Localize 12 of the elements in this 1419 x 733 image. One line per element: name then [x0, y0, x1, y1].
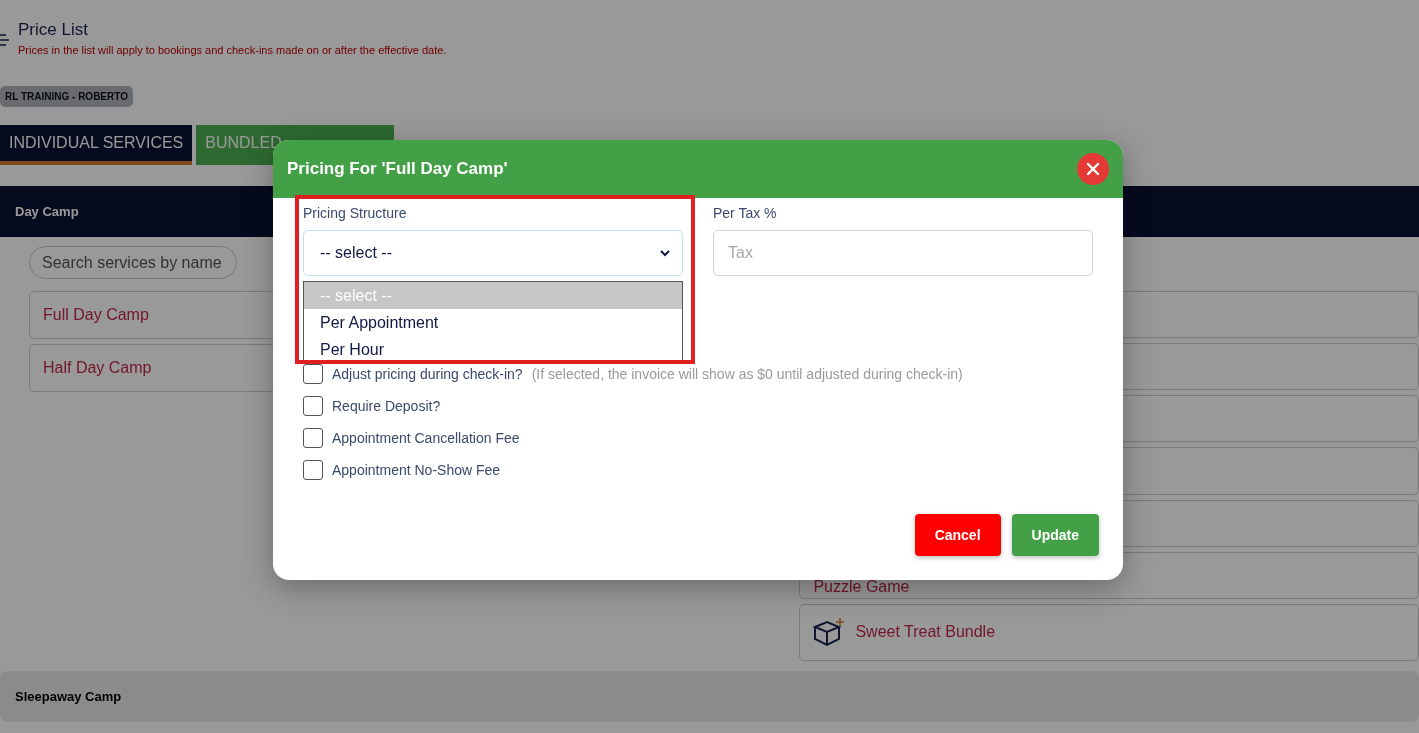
checkbox-note: (If selected, the invoice will show as $0 until adjusted during check-in): [531, 366, 963, 382]
checkbox-label: Appointment Cancellation Fee: [332, 430, 520, 446]
bundle-name: Sweet Treat Bundle: [855, 623, 996, 642]
checkbox-label: Appointment No-Show Fee: [332, 462, 501, 478]
field-label: Per Tax %: [713, 205, 778, 221]
field-label: Pricing Structure: [303, 205, 408, 221]
page-subtitle: Prices in the list will apply to bookings and check-ins made on or after the effective date.: [18, 44, 447, 56]
checkbox-label: Adjust pricing during check-in?: [332, 366, 523, 382]
page-title: Price List: [18, 20, 89, 40]
dialog-title: Pricing For 'Full Day Camp': [287, 159, 508, 179]
account-badge: RL TRAINING - ROBERTO: [0, 86, 133, 107]
checkbox-label: Require Deposit?: [332, 398, 441, 414]
